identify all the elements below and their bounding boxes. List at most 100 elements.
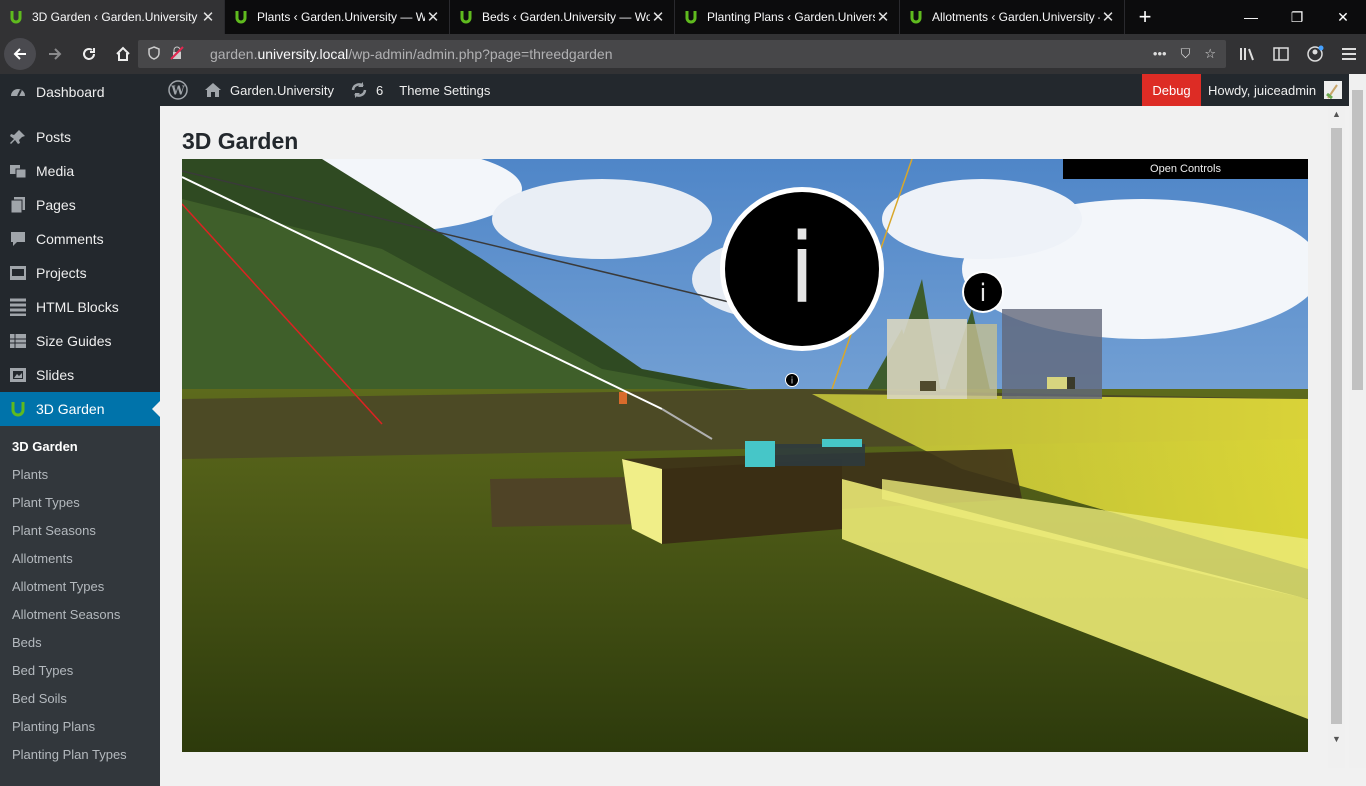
tab-planting-plans[interactable]: Planting Plans ‹ Garden.University — Wor… xyxy=(675,0,900,34)
page-title: 3D Garden xyxy=(182,128,299,154)
scroll-down-icon[interactable]: ▼ xyxy=(1328,731,1345,748)
sidebar-item-label: Slides xyxy=(36,367,75,383)
sidebar-item-label: 3D Garden xyxy=(36,401,105,417)
close-icon[interactable]: ✕ xyxy=(1100,8,1116,26)
page-scrollbar[interactable] xyxy=(1349,74,1366,768)
close-window-icon[interactable]: ✕ xyxy=(1320,0,1366,34)
close-icon[interactable]: ✕ xyxy=(425,8,441,26)
sidebar-item-dashboard[interactable]: Dashboard xyxy=(0,74,160,110)
home-icon xyxy=(204,82,222,98)
submenu-item-plants[interactable]: Plants xyxy=(0,460,160,488)
debug-button[interactable]: Debug xyxy=(1142,74,1201,106)
3d-scene[interactable]: i i i xyxy=(182,159,1308,752)
pages-icon xyxy=(8,195,28,215)
submenu-item-planting-plan-types[interactable]: Planting Plan Types xyxy=(0,740,160,768)
hamburger-menu-icon[interactable] xyxy=(1336,41,1362,67)
submenu-item-beds[interactable]: Beds xyxy=(0,628,160,656)
slides-icon xyxy=(8,365,28,385)
3d-garden-canvas[interactable]: i i i Open Controls xyxy=(182,159,1308,752)
sidebar-item-projects[interactable]: Projects xyxy=(0,256,160,290)
sidebar-item-slides[interactable]: Slides xyxy=(0,358,160,392)
grid-icon xyxy=(8,297,28,317)
site-name: Garden.University xyxy=(230,82,335,98)
sidebar-item-media[interactable]: Media xyxy=(0,154,160,188)
sidebar-item-3d-garden[interactable]: 3D Garden xyxy=(0,392,160,426)
submenu-item-planting-plans[interactable]: Planting Plans xyxy=(0,712,160,740)
info-marker-medium[interactable]: i xyxy=(962,271,1004,313)
bookmark-star-icon[interactable]: ☆ xyxy=(1204,46,1216,62)
sidebar-item-label: Size Guides xyxy=(36,333,112,349)
submenu-item-allotment-types[interactable]: Allotment Types xyxy=(0,572,160,600)
tab-3d-garden[interactable]: 3D Garden ‹ Garden.University — WordPres… xyxy=(0,0,225,34)
sidebar-item-pages[interactable]: Pages xyxy=(0,188,160,222)
scroll-up-icon[interactable]: ▲ xyxy=(1328,106,1345,123)
updates-link[interactable]: 6 xyxy=(342,74,391,106)
close-icon[interactable]: ✕ xyxy=(650,8,666,26)
submenu-item-plant-seasons[interactable]: Plant Seasons xyxy=(0,516,160,544)
avatar xyxy=(1324,81,1343,99)
shield-icon[interactable] xyxy=(148,45,160,63)
sidebar-item-label: Dashboard xyxy=(36,84,105,100)
pocket-icon[interactable]: ⛉ xyxy=(1181,46,1191,62)
tab-plants[interactable]: Plants ‹ Garden.University — WordPress ✕ xyxy=(225,0,450,34)
new-tab-button[interactable]: + xyxy=(1125,0,1165,34)
garden-logo-icon xyxy=(683,9,699,25)
submenu-item-allotment-seasons[interactable]: Allotment Seasons xyxy=(0,600,160,628)
submenu-item-bed-types[interactable]: Bed Types xyxy=(0,656,160,684)
sidebar-item-posts[interactable]: Posts xyxy=(0,120,160,154)
sidebar-item-label: Projects xyxy=(36,265,87,281)
reload-button[interactable] xyxy=(74,39,104,69)
forward-button[interactable] xyxy=(40,39,70,69)
insecure-lock-icon[interactable] xyxy=(170,45,184,63)
howdy-text: Howdy, juiceadmin xyxy=(1208,82,1317,98)
info-marker-large[interactable]: i xyxy=(720,187,884,351)
wp-admin-bar: W Garden.University 6 Theme Settings Deb… xyxy=(160,74,1366,106)
info-marker-glyph: i xyxy=(980,279,987,307)
main-content: 3D Garden i i i Open Controls ▲ ▼ xyxy=(160,106,1366,768)
sidebar-item-label: Pages xyxy=(36,197,76,213)
sidebar-item-label: Posts xyxy=(36,129,72,145)
submenu-item-allotments[interactable]: Allotments xyxy=(0,544,160,572)
tab-title: Planting Plans ‹ Garden.University — Wor… xyxy=(707,10,875,24)
info-marker-glyph: i xyxy=(789,213,816,325)
dashboard-icon xyxy=(8,82,28,102)
url-bar[interactable]: garden.university.local/wp-admin/admin.p… xyxy=(138,40,1226,68)
garden-logo-icon xyxy=(8,9,24,25)
submenu-item-bed-soils[interactable]: Bed Soils xyxy=(0,684,160,712)
sidebar-item-html-blocks[interactable]: HTML Blocks xyxy=(0,290,160,324)
tab-beds[interactable]: Beds ‹ Garden.University — WordPress ✕ xyxy=(450,0,675,34)
back-button[interactable] xyxy=(4,38,36,70)
garden-logo-icon xyxy=(233,9,249,25)
content-scrollbar[interactable]: ▲ ▼ xyxy=(1328,106,1345,768)
account-icon[interactable] xyxy=(1302,41,1328,67)
scrollbar-thumb[interactable] xyxy=(1331,128,1342,724)
sidebar-toggle-icon[interactable] xyxy=(1268,41,1294,67)
sidebar-item-label: HTML Blocks xyxy=(36,299,119,315)
sidebar-item-comments[interactable]: Comments xyxy=(0,222,160,256)
open-controls-button[interactable]: Open Controls xyxy=(1063,159,1308,179)
close-icon[interactable]: ✕ xyxy=(875,8,891,26)
tab-allotments[interactable]: Allotments ‹ Garden.University — WordPre… xyxy=(900,0,1125,34)
browser-tab-bar: 3D Garden ‹ Garden.University — WordPres… xyxy=(0,0,1366,34)
minimize-icon[interactable]: ― xyxy=(1228,0,1274,34)
info-marker-small[interactable]: i xyxy=(785,373,799,387)
tab-title: Allotments ‹ Garden.University — WordPre… xyxy=(932,10,1100,24)
wordpress-logo-icon[interactable]: W xyxy=(160,74,196,106)
home-button[interactable] xyxy=(108,39,138,69)
page-scrollbar-thumb[interactable] xyxy=(1352,90,1363,390)
sidebar-item-label: Media xyxy=(36,163,75,179)
restore-icon[interactable]: ❐ xyxy=(1274,0,1320,34)
garden-logo-icon xyxy=(458,9,474,25)
close-icon[interactable]: ✕ xyxy=(200,8,216,26)
table-icon xyxy=(8,331,28,351)
window-controls: ― ❐ ✕ xyxy=(1228,0,1366,34)
theme-settings-link[interactable]: Theme Settings xyxy=(391,74,498,106)
submenu-item-plant-types[interactable]: Plant Types xyxy=(0,488,160,516)
info-marker-glyph: i xyxy=(791,377,794,387)
library-icon[interactable] xyxy=(1234,41,1260,67)
sidebar-item-size-guides[interactable]: Size Guides xyxy=(0,324,160,358)
submenu-item-3d-garden[interactable]: 3D Garden xyxy=(0,432,160,460)
site-name-link[interactable]: Garden.University xyxy=(196,74,342,106)
account-menu[interactable]: Howdy, juiceadmin xyxy=(1208,74,1343,106)
more-icon[interactable]: ••• xyxy=(1153,46,1167,62)
